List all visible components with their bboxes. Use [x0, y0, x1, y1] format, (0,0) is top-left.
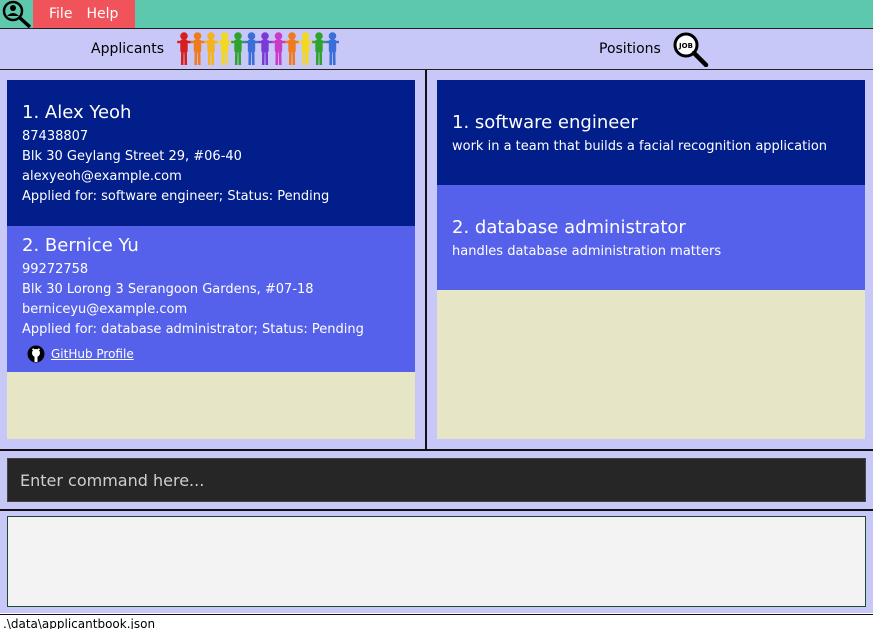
applicant-address: Blk 30 Geylang Street 29, #06-40	[22, 149, 242, 164]
position-card[interactable]: 2. database administrator handles databa…	[437, 185, 865, 290]
github-icon	[27, 345, 45, 363]
position-title: 1. software engineer	[452, 112, 638, 133]
panel-header: Applicants Positions JOB	[0, 28, 873, 70]
github-link-label: GitHub Profile	[51, 347, 134, 361]
position-description: work in a team that builds a facial reco…	[452, 139, 828, 154]
person-figure	[204, 32, 218, 66]
applicant-list[interactable]: 1. Alex Yeoh 87438807 Blk 30 Geylang Str…	[7, 80, 415, 439]
applicant-phone: 87438807	[22, 129, 89, 144]
person-figure	[217, 32, 232, 66]
applicant-phone: 99272758	[22, 262, 89, 277]
position-title: 2. database administrator	[452, 217, 686, 238]
applicants-heading: Applicants	[91, 41, 165, 57]
person-figure	[298, 32, 313, 66]
person-figure	[312, 32, 326, 66]
person-figure	[285, 32, 299, 66]
applicant-address: Blk 30 Lorong 3 Serangoon Gardens, #07-1…	[22, 282, 314, 297]
positions-heading: Positions	[599, 41, 661, 57]
status-bar: .\data\applicantbook.json	[0, 614, 873, 629]
panel-divider	[425, 70, 427, 450]
menu-bar: File Help	[0, 0, 873, 28]
position-list[interactable]: 1. software engineer work in a team that…	[437, 80, 865, 439]
people-chain-icon	[177, 32, 339, 66]
person-figure	[190, 32, 205, 66]
result-display[interactable]	[7, 516, 866, 607]
applicant-card[interactable]: 2. Bernice Yu 99272758 Blk 30 Lorong 3 S…	[7, 226, 415, 372]
command-input[interactable]	[7, 458, 866, 502]
position-description: handles database administration matters	[452, 244, 722, 259]
svg-text:JOB: JOB	[678, 42, 693, 50]
applicant-email: berniceyu@example.com	[22, 302, 188, 317]
job-search-icon: JOB	[673, 32, 709, 67]
person-figure	[325, 32, 339, 66]
applicant-name: 1. Alex Yeoh	[22, 102, 132, 123]
person-figure	[271, 32, 286, 66]
search-person-icon	[2, 0, 32, 28]
applicant-applied: Applied for: software engineer; Status: …	[22, 189, 330, 204]
file-menu[interactable]: File	[33, 3, 80, 25]
applicant-email: alexyeoh@example.com	[22, 169, 182, 184]
person-figure	[231, 32, 245, 66]
help-menu[interactable]: Help	[80, 3, 126, 25]
applicant-card[interactable]: 1. Alex Yeoh 87438807 Blk 30 Geylang Str…	[7, 80, 415, 226]
github-profile-link[interactable]: GitHub Profile	[27, 345, 134, 363]
person-figure	[258, 32, 272, 66]
menu-group: File Help	[33, 0, 135, 28]
save-location: .\data\applicantbook.json	[3, 617, 156, 629]
person-figure	[244, 32, 259, 66]
person-figure	[177, 32, 191, 66]
applicant-name: 2. Bernice Yu	[22, 235, 139, 256]
position-card[interactable]: 1. software engineer work in a team that…	[437, 80, 865, 185]
applicant-applied: Applied for: database administrator; Sta…	[22, 322, 364, 337]
